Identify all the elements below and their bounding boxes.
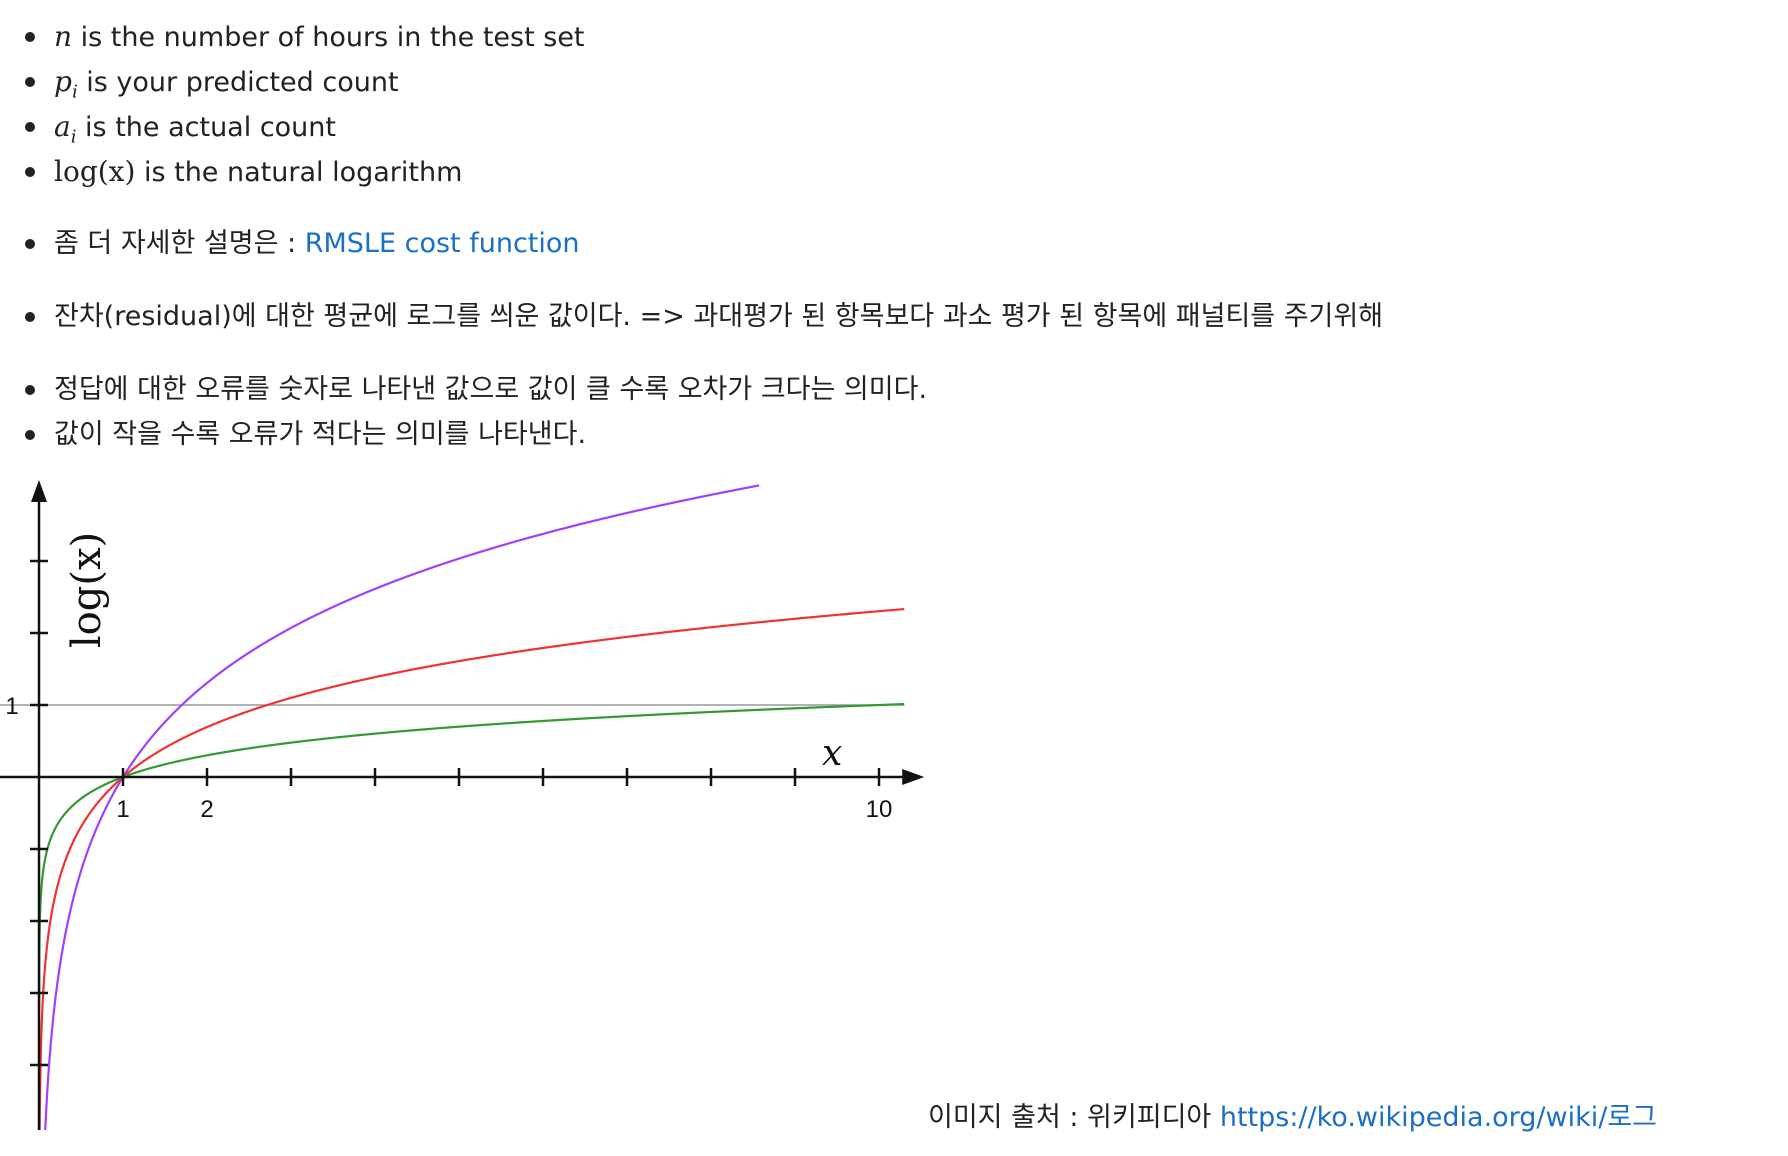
series-curve-1 [44,484,760,1130]
image-caption: 이미지 출처 : 위키피디아 https://ko.wikipedia.org/… [928,1098,1657,1138]
definition-item-a: ai is the actual count [0,104,1700,149]
meaning-list: 정답에 대한 오류를 숫자로 나타낸 값으로 값이 클 수록 오차가 크다는 의… [0,367,1700,457]
bullet-icon [25,430,35,440]
x-axis-label: x [822,733,842,774]
x-tick-label: 10 [866,796,893,823]
definition-item-n: n is the number of hours in the test set [0,14,1700,59]
x-tick-label: 2 [200,796,213,823]
definition-text: is the natural logarithm [135,157,463,188]
wikipedia-link[interactable]: https://ko.wikipedia.org/wiki/로그 [1220,1102,1657,1133]
residual-list: 잔차(residual)에 대한 평균에 로그를 씌운 값이다. => 과대평가… [0,294,1700,339]
bullet-icon [25,312,35,322]
y-axis-arrow-icon [31,480,47,502]
bullet-icon [25,385,35,395]
caption-prefix: 이미지 출처 : 위키피디아 [928,1102,1220,1133]
series-curve-2 [38,607,905,1130]
meaning-item: 정답에 대한 오류를 숫자로 나타낸 값으로 값이 클 수록 오차가 크다는 의… [0,367,1700,412]
bullet-icon [25,77,35,87]
y-axis-label: log(x) [64,532,110,648]
bullet-icon [25,167,35,177]
x-tick-label: 1 [116,796,129,823]
meaning-text: 정답에 대한 오류를 숫자로 나타낸 값으로 값이 클 수록 오차가 크다는 의… [54,374,928,405]
meaning-text: 값이 작을 수록 오류가 적다는 의미를 나타낸다. [54,419,587,450]
series-curve-3 [37,702,905,1015]
chart-labels-layer: 1 2 10 1 x log(x) [5,532,892,823]
rmsle-cost-function-link[interactable]: RMSLE cost function [305,228,580,259]
definition-list: n is the number of hours in the test set… [0,14,1700,194]
chart-axes-layer [0,480,925,1130]
bullet-icon [25,239,35,249]
definition-item-p: pi is your predicted count [0,59,1700,104]
residual-item: 잔차(residual)에 대한 평균에 로그를 씌운 값이다. => 과대평가… [0,294,1700,339]
bullet-icon [25,32,35,42]
residual-text: 잔차(residual)에 대한 평균에 로그를 씌운 값이다. => 과대평가… [54,301,1384,332]
y-tick-label: 1 [5,693,18,720]
math-symbol-base: a [54,110,71,143]
log-chart: 1 2 10 1 x log(x) [0,480,925,1130]
detail-prefix: 좀 더 자세한 설명은 : [54,228,305,259]
meaning-item: 값이 작을 수록 오류가 적다는 의미를 나타낸다. [0,412,1700,457]
definition-text: is the actual count [76,112,336,143]
definition-item-log: log(x) is the natural logarithm [0,149,1700,194]
math-symbol-base: p [54,65,72,98]
bullet-icon [25,122,35,132]
x-axis-arrow-icon [902,769,925,785]
math-symbol-a: ai [54,110,76,148]
detail-list: 좀 더 자세한 설명은 : RMSLE cost function [0,221,1700,266]
definition-text: is the number of hours in the test set [72,22,585,53]
chart-series-layer [37,484,905,1130]
math-symbol-p: pi [54,65,78,103]
definition-text: is your predicted count [77,67,399,98]
math-symbol-log: log(x) [54,155,136,188]
math-symbol-n: n [54,20,73,53]
detail-item: 좀 더 자세한 설명은 : RMSLE cost function [0,221,1700,266]
